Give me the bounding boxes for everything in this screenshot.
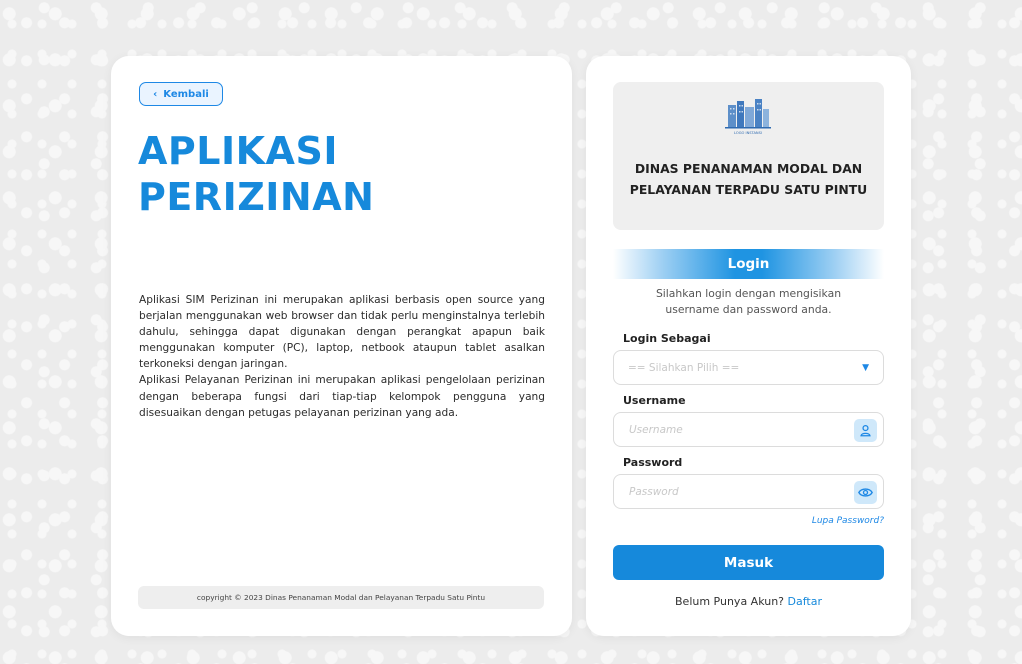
username-field-wrapper (613, 412, 884, 447)
toggle-password-button[interactable] (854, 481, 877, 504)
institution-logo: LOGO INSTANSI (725, 99, 771, 135)
copyright-footer: copyright © 2023 Dinas Penanaman Modal d… (138, 586, 544, 609)
organization-name: DINAS PENANAMAN MODAL DAN PELAYANAN TERP… (613, 158, 884, 200)
caret-down-icon: ▼ (862, 362, 869, 373)
login-instructions-line1: Silahkan login dengan mengisikan (655, 287, 842, 300)
login-instructions-line2: username dan password anda. (665, 302, 832, 316)
user-icon-button[interactable] (854, 419, 877, 442)
chevron-left-icon: ‹ (153, 88, 158, 100)
user-icon (860, 424, 871, 437)
app-title-line2: PERIZINAN (138, 175, 375, 219)
back-button-label: Kembali (163, 88, 209, 100)
back-button[interactable]: ‹ Kembali (139, 82, 223, 106)
app-title-line1: APLIKASI (138, 129, 338, 173)
app-title: APLIKASI PERIZINAN (138, 128, 374, 220)
app-description: Aplikasi SIM Perizinan ini merupakan apl… (139, 292, 545, 421)
organization-name-line2: PELAYANAN TERPADU SATU PINTU (629, 182, 868, 197)
info-card: ‹ Kembali APLIKASI PERIZINAN Aplikasi SI… (111, 56, 572, 636)
password-field-wrapper (613, 474, 884, 509)
role-select-placeholder: == Silahkan Pilih == (628, 361, 740, 374)
username-label: Username (623, 394, 686, 407)
password-label: Password (623, 456, 683, 469)
role-label: Login Sebagai (623, 332, 711, 345)
register-prompt: Belum Punya Akun? Daftar (613, 595, 884, 608)
logo-caption: LOGO INSTANSI (734, 131, 762, 135)
eye-icon (858, 488, 873, 497)
username-input[interactable] (629, 423, 839, 436)
login-card: LOGO INSTANSI DINAS PENANAMAN MODAL DAN … (586, 56, 911, 636)
register-prompt-text: Belum Punya Akun? (675, 595, 785, 608)
organization-header: LOGO INSTANSI DINAS PENANAMAN MODAL DAN … (613, 82, 884, 230)
role-select[interactable]: == Silahkan Pilih == ▼ (613, 350, 884, 385)
organization-name-line1: DINAS PENANAMAN MODAL DAN (634, 161, 863, 176)
forgot-password-link[interactable]: Lupa Password? (613, 516, 884, 526)
description-paragraph-1: Aplikasi SIM Perizinan ini merupakan apl… (139, 294, 545, 371)
login-submit-button[interactable]: Masuk (613, 545, 884, 580)
description-paragraph-2: Aplikasi Pelayanan Perizinan ini merupak… (139, 374, 545, 419)
password-input[interactable] (629, 485, 839, 498)
login-heading: Login (613, 249, 884, 279)
register-link[interactable]: Daftar (788, 595, 822, 608)
login-instructions: Silahkan login dengan mengisikan usernam… (613, 286, 884, 317)
